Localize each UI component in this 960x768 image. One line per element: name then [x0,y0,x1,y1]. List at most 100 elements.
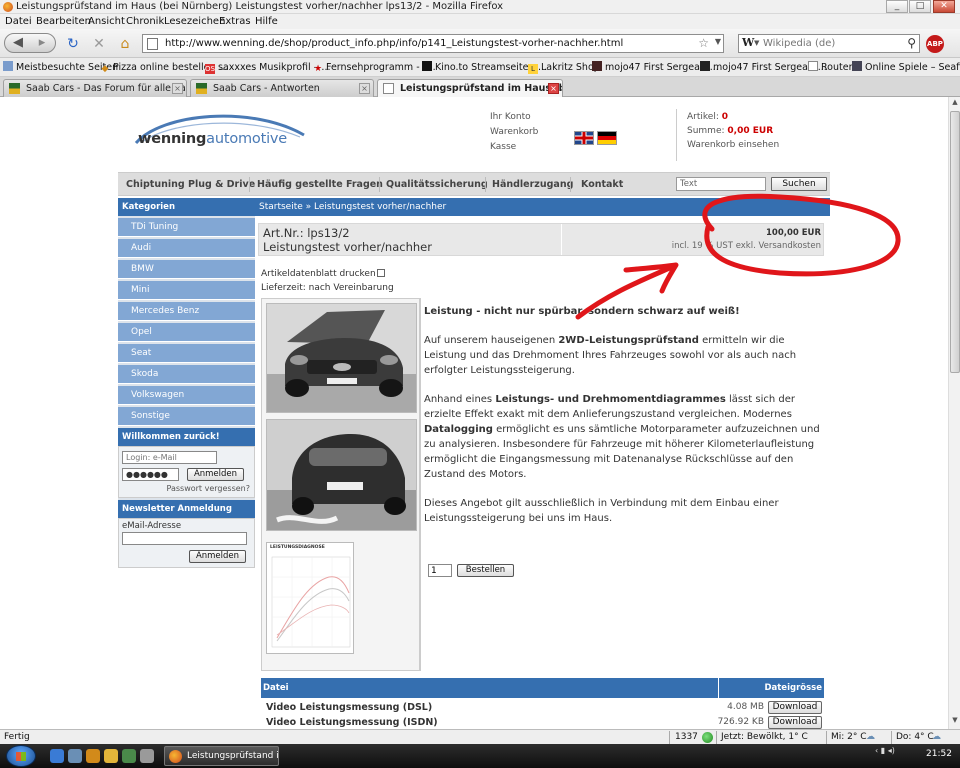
login-password-input[interactable]: ●●●●●● [122,468,179,481]
bookmark-item[interactable]: OS saxxxes Musikprofil – ... [205,58,330,77]
category-mini[interactable]: Mini [118,281,255,300]
newsletter-label: eMail-Adresse [122,521,182,531]
nav-chiptuning[interactable]: Chiptuning Plug & Drive [126,173,255,196]
scroll-up-icon[interactable]: ▲ [950,98,960,110]
category-tdi-tuning[interactable]: TDi Tuning [118,218,255,237]
weather-thursday[interactable]: Do: 4° C [896,730,934,745]
table-row: Video Leistungsmessung (ISDN) 726.92 KB … [261,715,824,729]
column-divider [718,678,719,698]
adblock-icon[interactable]: ABP [926,35,944,53]
search-input[interactable] [763,36,898,51]
weather-wednesday[interactable]: Mi: 2° C [831,730,867,745]
close-tab-icon[interactable]: × [548,83,559,94]
download-button[interactable]: Download [768,701,822,714]
print-datasheet-link[interactable]: Artikeldatenblatt drucken [261,269,385,279]
stop-icon[interactable]: ✕ [90,35,108,53]
menu-lesezeichen[interactable]: Lesezeichen [164,14,225,29]
scroll-down-icon[interactable]: ▼ [950,716,960,728]
login-button[interactable]: Anmelden [187,468,244,481]
minimize-button[interactable]: _ [886,0,908,13]
order-button[interactable]: Bestellen [457,564,514,577]
close-tab-icon[interactable]: × [359,83,370,94]
reload-icon[interactable]: ↻ [64,35,82,53]
folder-icon[interactable] [104,749,118,763]
newsletter-email-input[interactable] [122,532,247,545]
category-audi[interactable]: Audi [118,239,255,258]
tab-saab-antworten[interactable]: Saab Cars - Antworten × [190,79,374,97]
link-ihr-konto[interactable]: Ihr Konto [490,110,538,125]
forgot-password-link[interactable]: Passwort vergessen? [167,484,251,493]
chevron-down-icon[interactable]: ▼ [754,39,759,47]
back-icon[interactable]: ◀ [5,34,31,52]
article-number: Art.Nr.: lps13/2 [263,226,350,240]
car-dyno-photo-rear[interactable] [266,419,417,531]
menu-hilfe[interactable]: Hilfe [255,14,278,29]
tab-saab-forum[interactable]: Saab Cars - Das Forum für alle Saab Fa..… [3,79,187,97]
menu-extras[interactable]: Extras [219,14,251,29]
address-bar[interactable]: ☆ ▼ [142,34,724,53]
close-tab-icon[interactable]: × [172,83,183,94]
link-kasse[interactable]: Kasse [490,140,538,155]
category-volkswagen[interactable]: Volkswagen [118,386,255,405]
nav-kontakt[interactable]: Kontakt [581,173,623,196]
dyno-chart-thumbnail[interactable]: LEISTUNGSDIAGNOSE [266,542,354,654]
bookmark-item[interactable]: Online Spiele – Seafig... [852,58,960,77]
wikipedia-icon[interactable]: W [742,36,754,49]
bookmark-item[interactable]: ★ Fernsehprogramm - F... [313,58,436,77]
nav-faq[interactable]: Häufig gestellte Fragen [257,173,383,196]
search-icon[interactable]: ⚲ [907,36,916,50]
bookmark-item[interactable]: Router [808,58,852,77]
bookmark-item[interactable]: L Lakritz Shop [528,58,600,77]
category-seat[interactable]: Seat [118,344,255,363]
explorer-icon[interactable] [68,749,82,763]
ie-icon[interactable] [50,749,64,763]
forward-icon[interactable]: ▸ [32,34,52,52]
app-icon[interactable] [122,749,136,763]
close-window-button[interactable]: ✕ [933,0,955,13]
clock[interactable]: 21:52 [926,749,952,759]
menu-chronik[interactable]: Chronik [126,14,164,29]
link-warenkorb-einsehen[interactable]: Warenkorb einsehen [687,138,779,152]
site-search-button[interactable]: Suchen [771,177,827,191]
nav-haendlerzugang[interactable]: Händlerzugang [492,173,573,196]
site-search-input[interactable] [676,177,766,191]
category-mercedes-benz[interactable]: Mercedes Benz [118,302,255,321]
category-opel[interactable]: Opel [118,323,255,342]
media-icon[interactable] [86,749,100,763]
maximize-button[interactable]: □ [909,0,931,13]
system-tray[interactable]: ‹ ▮ ◂) [875,746,895,755]
url-input[interactable] [165,35,685,52]
category-bmw[interactable]: BMW [118,260,255,279]
wenning-logo[interactable]: wenningautomotive [132,109,307,157]
menu-datei[interactable]: Datei [5,14,32,29]
tab-leistungspruefstand[interactable]: Leistungsprüfstand im Haus (bei ... × [377,79,563,98]
scrollbar-thumb[interactable] [950,111,960,373]
login-email-input[interactable] [122,451,217,464]
start-button[interactable] [6,745,36,767]
category-sonstige[interactable]: Sonstige [118,407,255,426]
header-divider [676,109,677,161]
category-skoda[interactable]: Skoda [118,365,255,384]
search-bar[interactable]: W ▼ ⚲ [738,34,920,53]
de-flag-icon[interactable] [597,131,617,145]
breadcrumb-current[interactable]: Leistungstest vorher/nachher [314,202,446,212]
car-dyno-photo-front[interactable] [266,303,417,413]
vertical-scrollbar[interactable]: ▲ ▼ [948,97,960,729]
quantity-input[interactable] [428,564,452,577]
taskbar-firefox-window[interactable]: Leistungsprüfstand i... [164,746,279,766]
menu-ansicht[interactable]: Ansicht [88,14,125,29]
menu-bearbeiten[interactable]: Bearbeiten [36,14,91,29]
download-button[interactable]: Download [768,716,822,729]
link-warenkorb[interactable]: Warenkorb [490,125,538,140]
home-icon[interactable]: ⌂ [116,35,134,53]
back-forward-group: ◀ ▸ [4,33,56,53]
bookmark-star-icon[interactable]: ☆ [698,36,709,50]
page-icon [147,38,158,50]
chevron-down-icon[interactable]: ▼ [715,37,721,46]
desktop-icon[interactable] [140,749,154,763]
weather-now[interactable]: Jetzt: Bewölkt, 1° C [721,730,808,745]
nav-qualitaetssicherung[interactable]: Qualitätssicherung [386,173,488,196]
uk-flag-icon[interactable] [574,131,594,145]
breadcrumb-home[interactable]: Startseite [259,202,303,212]
newsletter-button[interactable]: Anmelden [189,550,246,563]
